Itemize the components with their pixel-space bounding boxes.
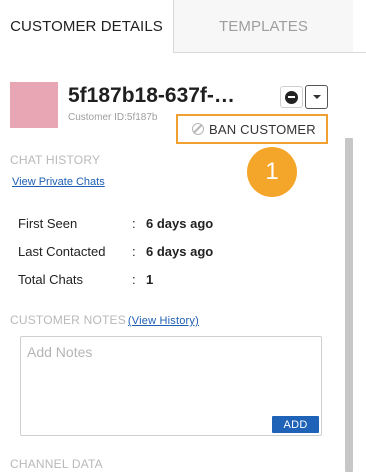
ban-icon [192, 123, 204, 135]
customer-notes-header: CUSTOMER NOTES (View History) [10, 313, 199, 327]
info-value: 6 days ago [146, 244, 214, 259]
info-label: Total Chats [18, 272, 84, 287]
avatar [10, 82, 58, 128]
tab-bar-filler [353, 0, 366, 53]
tab-customer-details[interactable]: CUSTOMER DETAILS [0, 0, 173, 53]
info-label: First Seen [18, 216, 78, 231]
step-badge: 1 [247, 147, 297, 197]
info-colon: : [132, 272, 136, 287]
minus-circle-icon [285, 90, 298, 104]
notes-placeholder: Add Notes [27, 344, 93, 360]
customer-id: Customer ID:5f187b [68, 112, 158, 123]
scrollbar-thumb[interactable] [345, 138, 353, 472]
info-value: 1 [146, 272, 154, 287]
customer-id-label: Customer ID: [68, 112, 127, 123]
info-label: Last Contacted [18, 244, 106, 259]
view-private-chats-link[interactable]: View Private Chats [12, 176, 105, 188]
view-history-link[interactable]: (View History) [128, 315, 199, 327]
info-colon: : [132, 216, 136, 231]
customer-notes-title: CUSTOMER NOTES [10, 313, 126, 327]
ban-customer-menu-item[interactable]: BAN CUSTOMER [176, 114, 328, 144]
info-colon: : [132, 244, 136, 259]
ban-customer-label: BAN CUSTOMER [209, 121, 316, 137]
customer-id-value: 5f187b [126, 112, 158, 123]
actions-dropdown-button[interactable] [305, 85, 328, 109]
info-value: 6 days ago [146, 216, 214, 231]
channel-data-title: CHANNEL DATA [10, 457, 103, 471]
add-note-button[interactable]: ADD [272, 416, 319, 433]
chat-history-title: CHAT HISTORY [10, 153, 101, 167]
customer-name: 5f187b18-637f-… [68, 84, 235, 107]
tab-bar: CUSTOMER DETAILS TEMPLATES [0, 0, 366, 53]
tab-templates[interactable]: TEMPLATES [173, 0, 353, 53]
caret-down-icon [312, 95, 321, 99]
block-customer-button[interactable] [280, 86, 303, 108]
